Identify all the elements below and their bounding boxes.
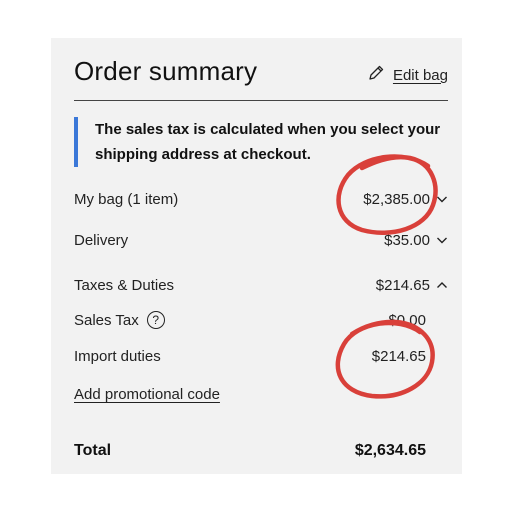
chevron-down-icon[interactable] (436, 234, 448, 246)
total-label: Total (74, 442, 112, 459)
sales-tax-row: Sales Tax ? $0.00 (74, 309, 426, 331)
taxes-duties-label: Taxes & Duties (74, 276, 175, 294)
total-row: Total $2,634.65 (74, 442, 426, 460)
delivery-row[interactable]: Delivery $35.00 (74, 229, 448, 251)
chevron-up-icon[interactable] (436, 279, 448, 291)
pencil-icon (367, 64, 385, 86)
page-title: Order summary (74, 56, 258, 86)
sales-tax-notice: The sales tax is calculated when you sel… (74, 117, 475, 167)
divider (74, 100, 448, 101)
bag-value: $2,385.00 (363, 190, 430, 208)
delivery-label: Delivery (74, 231, 129, 249)
taxes-duties-value: $214.65 (375, 276, 430, 294)
import-duties-label: Import duties (74, 347, 161, 365)
add-promo-code-link[interactable]: Add promotional code (74, 386, 220, 403)
sales-tax-value: $0.00 (388, 311, 426, 329)
chevron-down-icon[interactable] (436, 193, 448, 205)
order-summary-card: Order summary Edit bag The sales tax is … (51, 38, 462, 474)
bag-label: My bag (1 item) (74, 190, 179, 208)
import-duties-row: Import duties $214.65 (74, 345, 426, 367)
total-value: $2,634.65 (354, 442, 426, 459)
edit-bag-label: Edit bag (392, 66, 448, 84)
edit-bag-link[interactable]: Edit bag (367, 64, 448, 86)
import-duties-value: $214.65 (371, 347, 426, 365)
delivery-value: $35.00 (384, 231, 430, 249)
bag-row[interactable]: My bag (1 item) $2,385.00 (74, 188, 448, 210)
sales-tax-label: Sales Tax (74, 311, 139, 329)
help-icon[interactable]: ? (146, 311, 165, 329)
taxes-duties-row[interactable]: Taxes & Duties $214.65 (74, 274, 448, 296)
